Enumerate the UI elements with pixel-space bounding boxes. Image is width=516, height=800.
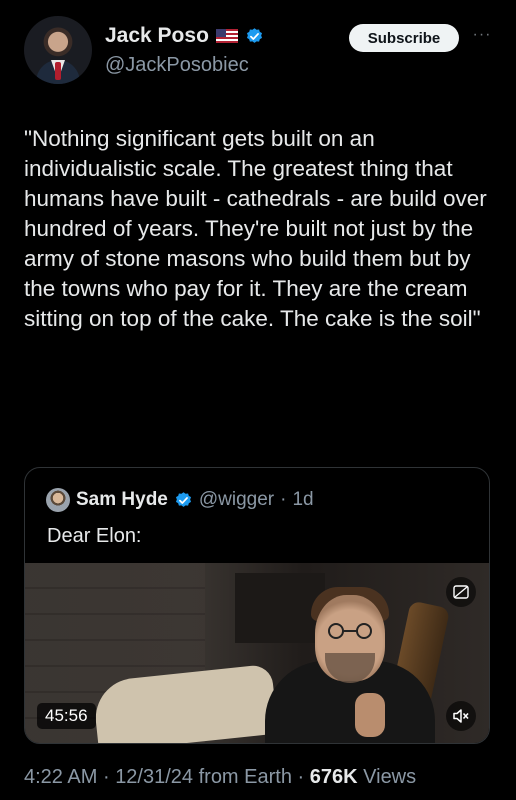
verified-badge-icon bbox=[175, 491, 191, 507]
video-frame-hand bbox=[355, 693, 385, 737]
captions-icon[interactable] bbox=[446, 577, 476, 607]
views-count[interactable]: 676K bbox=[310, 766, 358, 788]
author-name-row: Jack Poso bbox=[105, 24, 264, 48]
quoted-tweet[interactable]: Sam Hyde @wigger · 1d Dear Elon: 45:56 bbox=[24, 467, 490, 744]
subscribe-button[interactable]: Subscribe bbox=[349, 24, 459, 52]
volume-muted-icon[interactable] bbox=[446, 701, 476, 731]
dot-separator: · bbox=[280, 489, 287, 510]
quoted-author-row: Sam Hyde @wigger · 1d bbox=[46, 488, 314, 512]
quoted-author-avatar[interactable] bbox=[46, 488, 70, 512]
captions-glyph-icon bbox=[453, 585, 469, 599]
views-label: Views bbox=[363, 766, 417, 788]
quoted-tweet-age[interactable]: 1d bbox=[292, 489, 313, 511]
us-flag-icon bbox=[215, 29, 238, 43]
tweet-time[interactable]: 4:22 AM bbox=[24, 766, 97, 788]
author-avatar[interactable] bbox=[24, 16, 92, 84]
quoted-author-name[interactable]: Sam Hyde bbox=[76, 489, 168, 511]
dot-separator: · bbox=[102, 766, 110, 788]
author-handle[interactable]: @JackPosobiec bbox=[105, 54, 249, 77]
tweet-header: Jack Poso @JackPosobiec Subscribe ··· bbox=[0, 0, 516, 100]
verified-badge-icon bbox=[246, 27, 262, 43]
tweet-text: "Nothing significant gets built on an in… bbox=[24, 126, 494, 331]
speaker-muted-glyph-icon bbox=[453, 709, 469, 723]
quoted-author-handle[interactable]: @wigger bbox=[199, 489, 274, 511]
author-display-name[interactable]: Jack Poso bbox=[105, 24, 209, 48]
more-options-icon[interactable]: ··· bbox=[470, 26, 494, 46]
dot-separator: · bbox=[297, 766, 305, 788]
video-duration: 45:56 bbox=[37, 703, 96, 729]
avatar-tie bbox=[55, 62, 61, 80]
video-frame-glasses bbox=[328, 623, 372, 639]
tweet-date-source[interactable]: 12/31/24 from Earth bbox=[115, 766, 292, 788]
tweet-metadata: 4:22 AM · 12/31/24 from Earth · 676K Vie… bbox=[24, 766, 416, 789]
quoted-tweet-text: Dear Elon: bbox=[47, 525, 142, 547]
video-player[interactable]: 45:56 bbox=[25, 563, 489, 743]
